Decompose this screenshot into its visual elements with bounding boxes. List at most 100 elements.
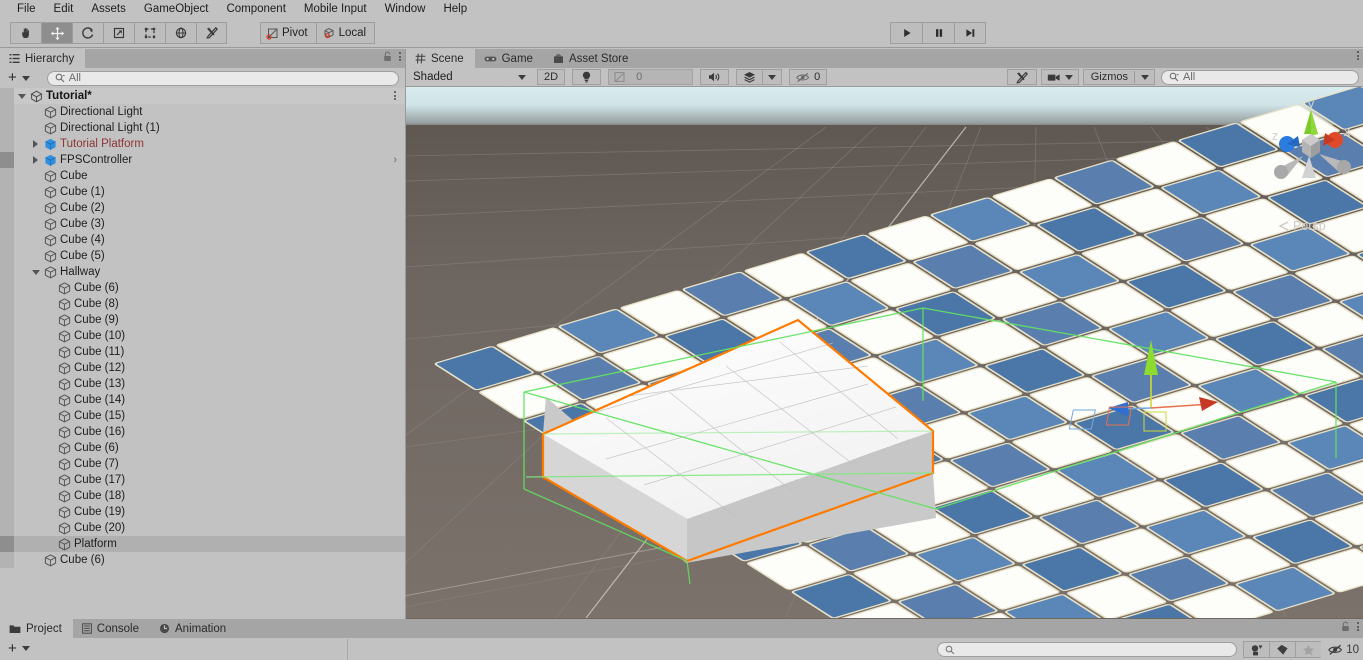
hierarchy-item-directional-light[interactable]: Directional Light bbox=[0, 104, 405, 120]
scene-search-input[interactable]: All bbox=[1161, 69, 1359, 85]
scene-camera-button[interactable] bbox=[1040, 69, 1079, 85]
filter-by-label-button[interactable] bbox=[1269, 641, 1296, 658]
hierarchy-item-cube-19[interactable]: Cube (19) bbox=[0, 504, 405, 520]
scene-viewport[interactable]: y x z Persp bbox=[406, 87, 1363, 619]
hierarchy-item-tutorial[interactable]: Tutorial* bbox=[0, 88, 405, 104]
hierarchy-row-gutter bbox=[0, 504, 14, 520]
twisty-expanded-icon[interactable] bbox=[30, 269, 41, 275]
chevron-down-icon[interactable] bbox=[21, 646, 30, 651]
toggle-lighting-button[interactable] bbox=[572, 69, 602, 85]
toggle-2d-button[interactable]: 2D bbox=[537, 69, 566, 85]
hierarchy-item-cube-6[interactable]: Cube (6) bbox=[0, 440, 405, 456]
hierarchy-item-label: Directional Light bbox=[60, 106, 143, 118]
hierarchy-options-button[interactable] bbox=[399, 52, 401, 61]
rect-tool-button[interactable] bbox=[134, 22, 165, 44]
hierarchy-item-cube-6[interactable]: Cube (6) bbox=[0, 280, 405, 296]
tab-scene[interactable]: Scene bbox=[406, 49, 475, 68]
menu-item-window[interactable]: Window bbox=[376, 0, 435, 18]
game-tab-label: Game bbox=[501, 52, 533, 65]
scale-tool-button[interactable] bbox=[103, 22, 134, 44]
twisty-collapsed-icon[interactable] bbox=[30, 140, 41, 148]
shading-mode-dropdown[interactable]: Shaded bbox=[410, 69, 530, 85]
scene-options-button[interactable] bbox=[1357, 51, 1359, 60]
transform-tool-button[interactable] bbox=[165, 22, 196, 44]
rotate-tool-button[interactable] bbox=[72, 22, 103, 44]
hierarchy-item-cube-8[interactable]: Cube (8) bbox=[0, 296, 405, 312]
menu-item-mobile-input[interactable]: Mobile Input bbox=[295, 0, 376, 18]
hierarchy-tree[interactable]: Tutorial* Directional Light Directional Li… bbox=[0, 88, 405, 619]
hierarchy-item-cube-11[interactable]: Cube (11) bbox=[0, 344, 405, 360]
hierarchy-tab-label: Hierarchy bbox=[25, 52, 75, 65]
hierarchy-row-gutter bbox=[0, 88, 14, 104]
hierarchy-item-cube-5[interactable]: Cube (5) bbox=[0, 248, 405, 264]
pause-button[interactable] bbox=[922, 22, 954, 44]
menu-item-help[interactable]: Help bbox=[434, 0, 476, 18]
scene-visibility-dropdown[interactable] bbox=[762, 69, 783, 85]
hierarchy-item-cube-16[interactable]: Cube (16) bbox=[0, 424, 405, 440]
hierarchy-item-cube-6[interactable]: Cube (6) bbox=[0, 552, 405, 568]
tab-project[interactable]: Project bbox=[0, 619, 73, 638]
hierarchy-item-cube-3[interactable]: Cube (3) bbox=[0, 216, 405, 232]
project-hidden-count[interactable]: 10 bbox=[1321, 644, 1359, 656]
rotation-toggle-button[interactable]: Local bbox=[315, 22, 376, 44]
gizmos-button[interactable]: Gizmos bbox=[1082, 69, 1155, 85]
tab-hierarchy[interactable]: Hierarchy bbox=[0, 49, 86, 68]
menu-item-gameobject[interactable]: GameObject bbox=[135, 0, 218, 18]
twisty-collapsed-icon[interactable] bbox=[30, 156, 41, 164]
fx-value-field[interactable]: 0 bbox=[631, 69, 694, 85]
create-object-button[interactable]: + bbox=[6, 70, 19, 85]
chevron-down-icon[interactable] bbox=[21, 75, 30, 81]
twisty-expanded-icon[interactable] bbox=[16, 93, 27, 99]
hierarchy-item-directional-light-1[interactable]: Directional Light (1) bbox=[0, 120, 405, 136]
favorites-button[interactable] bbox=[1295, 641, 1322, 658]
hierarchy-item-cube-2[interactable]: Cube (2) bbox=[0, 200, 405, 216]
project-search-input[interactable] bbox=[937, 642, 1238, 657]
custom-tool-button[interactable] bbox=[196, 22, 227, 44]
hierarchy-item-cube-7[interactable]: Cube (7) bbox=[0, 456, 405, 472]
hierarchy-item-cube-13[interactable]: Cube (13) bbox=[0, 376, 405, 392]
tab-animation[interactable]: Animation bbox=[150, 619, 237, 638]
hand-tool-button[interactable] bbox=[10, 22, 41, 44]
hierarchy-item-cube-9[interactable]: Cube (9) bbox=[0, 312, 405, 328]
move-tool-button[interactable] bbox=[41, 22, 72, 44]
scene-tools-button[interactable] bbox=[1006, 69, 1037, 85]
menu-item-assets[interactable]: Assets bbox=[82, 0, 135, 18]
hierarchy-item-cube-18[interactable]: Cube (18) bbox=[0, 488, 405, 504]
menu-item-file[interactable]: File bbox=[8, 0, 45, 18]
step-button[interactable] bbox=[954, 22, 986, 44]
tab-console[interactable]: Console bbox=[73, 619, 150, 638]
play-button[interactable] bbox=[890, 22, 922, 44]
hierarchy-item-cube[interactable]: Cube bbox=[0, 168, 405, 184]
project-tab-label: Project bbox=[26, 622, 62, 635]
hierarchy-item-platform[interactable]: Platform bbox=[0, 536, 405, 552]
scene-visibility-button[interactable] bbox=[736, 69, 763, 85]
scene-render: y x z Persp bbox=[406, 87, 1363, 618]
hierarchy-item-fpscontroller[interactable]: FPSController › bbox=[0, 152, 405, 168]
hierarchy-item-cube-14[interactable]: Cube (14) bbox=[0, 392, 405, 408]
hierarchy-item-cube-20[interactable]: Cube (20) bbox=[0, 520, 405, 536]
hierarchy-item-hallway[interactable]: Hallway bbox=[0, 264, 405, 280]
hierarchy-item-cube-12[interactable]: Cube (12) bbox=[0, 360, 405, 376]
hierarchy-item-cube-4[interactable]: Cube (4) bbox=[0, 232, 405, 248]
tab-asset-store[interactable]: Asset Store bbox=[544, 49, 639, 68]
pivot-toggle-button[interactable]: Pivot bbox=[260, 22, 316, 44]
chevron-right-icon[interactable]: › bbox=[393, 154, 397, 166]
hierarchy-item-cube-1[interactable]: Cube (1) bbox=[0, 184, 405, 200]
hierarchy-item-cube-10[interactable]: Cube (10) bbox=[0, 328, 405, 344]
lock-icon[interactable] bbox=[1341, 621, 1350, 632]
hierarchy-item-cube-15[interactable]: Cube (15) bbox=[0, 408, 405, 424]
hierarchy-search-input[interactable]: All bbox=[46, 70, 399, 86]
scene-context-menu-button[interactable] bbox=[394, 91, 396, 100]
menu-item-component[interactable]: Component bbox=[217, 0, 294, 18]
create-asset-button[interactable]: + bbox=[6, 641, 19, 656]
lock-icon[interactable] bbox=[383, 51, 392, 62]
filter-by-type-button[interactable] bbox=[1243, 641, 1270, 658]
hierarchy-item-cube-17[interactable]: Cube (17) bbox=[0, 472, 405, 488]
toggle-fx-button[interactable] bbox=[608, 69, 632, 85]
menu-item-edit[interactable]: Edit bbox=[45, 0, 83, 18]
tab-game[interactable]: Game bbox=[475, 49, 544, 68]
hidden-objects-indicator[interactable]: 0 bbox=[789, 69, 828, 85]
project-options-button[interactable] bbox=[1357, 622, 1359, 631]
hierarchy-item-tutorial-platform[interactable]: Tutorial Platform bbox=[0, 136, 405, 152]
toggle-audio-button[interactable] bbox=[700, 69, 730, 85]
